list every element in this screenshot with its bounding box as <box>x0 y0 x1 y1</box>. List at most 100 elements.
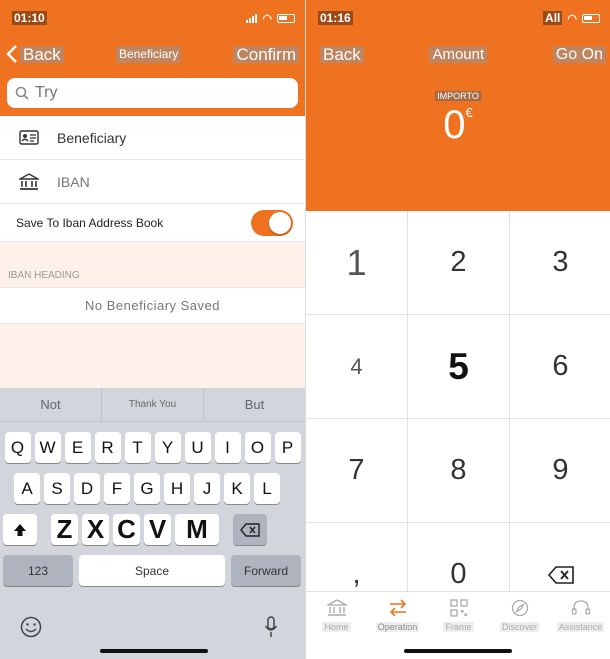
keypad-4[interactable]: 4 <box>306 315 408 419</box>
backspace-icon <box>547 565 574 584</box>
status-bar: 01:16 All ◠ <box>306 0 610 36</box>
return-key[interactable]: Forward <box>231 555 301 586</box>
tab-discover-label: Discover <box>499 622 539 632</box>
page-title: Amount <box>429 45 488 63</box>
suggestion-3[interactable]: But <box>204 388 305 421</box>
key-q[interactable]: Q <box>4 432 31 463</box>
key-a[interactable]: A <box>14 473 40 504</box>
headset-icon <box>571 600 590 615</box>
tab-frame-label: Frame <box>443 622 474 632</box>
home-indicator <box>404 649 512 653</box>
key-row-1: Q W E R T Y U I O P <box>0 432 305 463</box>
confirm-button[interactable]: Confirm <box>233 45 299 63</box>
compass-icon <box>511 599 528 617</box>
key-i[interactable]: I <box>214 432 241 463</box>
amount-screen: 01:16 All ◠ Back Amount Go On IMPORTO 0 … <box>305 0 610 659</box>
key-d[interactable]: D <box>74 473 100 504</box>
back-label: Back <box>20 45 64 63</box>
keypad-6[interactable]: 6 <box>510 315 610 419</box>
numbers-key[interactable]: 123 <box>3 555 73 586</box>
key-x[interactable]: X <box>82 514 109 545</box>
key-o[interactable]: O <box>244 432 271 463</box>
keypad-8[interactable]: 8 <box>408 419 510 523</box>
key-z[interactable]: Z <box>51 514 78 545</box>
save-iban-row: Save To Iban Address Book <box>0 204 305 242</box>
keypad-9[interactable]: 9 <box>510 419 610 523</box>
keypad-5[interactable]: 5 <box>408 315 510 419</box>
tab-bar: Home Operation Frame Discover Assistance <box>306 591 610 659</box>
back-button[interactable]: Back <box>6 45 64 63</box>
keypad-7[interactable]: 7 <box>306 419 408 523</box>
tab-assistance-label: Assistance <box>556 622 605 632</box>
key-e[interactable]: E <box>64 432 91 463</box>
wifi-icon: ◠ <box>262 12 272 25</box>
beneficiary-field[interactable]: Beneficiary <box>0 116 305 160</box>
tab-home-label: Home <box>322 622 351 632</box>
keypad-3[interactable]: 3 <box>510 211 610 315</box>
wifi-icon: ◠ <box>567 12 577 25</box>
key-k[interactable]: K <box>224 473 250 504</box>
search-icon <box>15 86 29 100</box>
search-input[interactable] <box>35 84 235 102</box>
navbar: Back Beneficiary Confirm <box>0 36 305 72</box>
keypad-1[interactable]: 1 <box>306 211 408 315</box>
battery-icon <box>277 13 295 23</box>
tab-operation-label: Operation <box>375 622 420 632</box>
tab-home[interactable]: Home <box>306 592 367 659</box>
key-c[interactable]: C <box>113 514 140 545</box>
key-h[interactable]: H <box>164 473 190 504</box>
key-u[interactable]: U <box>184 432 211 463</box>
key-g[interactable]: G <box>134 473 160 504</box>
key-s[interactable]: S <box>44 473 70 504</box>
empty-beneficiary-message: No Beneficiary Saved <box>0 288 305 324</box>
emoji-key[interactable] <box>20 616 42 643</box>
key-f[interactable]: F <box>104 473 130 504</box>
dictation-key[interactable] <box>264 616 278 643</box>
iban-field[interactable] <box>0 160 305 204</box>
suggestion-2[interactable]: Thank You <box>102 388 204 421</box>
home-indicator <box>100 649 208 653</box>
key-m[interactable]: M <box>175 514 219 545</box>
shift-key[interactable] <box>3 514 37 545</box>
save-iban-label: Save To Iban Address Book <box>16 215 164 230</box>
contact-card-icon <box>18 129 40 147</box>
bank-icon <box>326 599 347 616</box>
amount-value: 0 <box>443 103 466 147</box>
key-y[interactable]: Y <box>154 432 181 463</box>
beneficiary-form: Beneficiary Save To Iban Address Book <box>0 116 305 242</box>
keypad-2[interactable]: 2 <box>408 211 510 315</box>
key-row-4: 123 Space Forward <box>0 555 305 586</box>
status-bar: 01:10 ◠ <box>0 0 305 36</box>
signal-icon <box>246 13 258 23</box>
system-keyboard: Not Thank You But Q W E R T Y U I O P A … <box>0 388 305 659</box>
shift-icon <box>14 523 26 536</box>
suggestion-bar: Not Thank You But <box>0 388 305 422</box>
save-iban-toggle[interactable] <box>251 209 293 236</box>
microphone-icon <box>264 616 278 637</box>
tab-assistance[interactable]: Assistance <box>550 592 610 659</box>
key-p[interactable]: P <box>274 432 301 463</box>
key-r[interactable]: R <box>94 432 121 463</box>
status-time: 01:10 <box>12 11 47 25</box>
key-l[interactable]: L <box>254 473 280 504</box>
key-row-3: Z X C V M <box>0 514 305 545</box>
currency-symbol: € <box>465 105 473 120</box>
back-button[interactable]: Back <box>320 45 364 63</box>
status-time: 01:16 <box>318 11 353 25</box>
qr-code-icon <box>449 599 468 617</box>
key-v[interactable]: V <box>144 514 171 545</box>
emoji-icon <box>20 616 42 638</box>
key-w[interactable]: W <box>34 432 61 463</box>
go-on-button[interactable]: Go On <box>552 45 606 63</box>
search-bar[interactable] <box>7 78 298 108</box>
bank-icon <box>18 172 40 191</box>
backspace-key[interactable] <box>233 514 267 545</box>
iban-section-heading: IBAN HEADING <box>0 242 305 288</box>
space-key[interactable]: Space <box>79 555 225 586</box>
iban-input[interactable] <box>57 173 277 190</box>
backspace-icon <box>240 522 260 537</box>
key-t[interactable]: T <box>124 432 151 463</box>
navbar: Back Amount Go On <box>306 36 610 72</box>
suggestion-1[interactable]: Not <box>0 388 102 421</box>
key-j[interactable]: J <box>194 473 220 504</box>
